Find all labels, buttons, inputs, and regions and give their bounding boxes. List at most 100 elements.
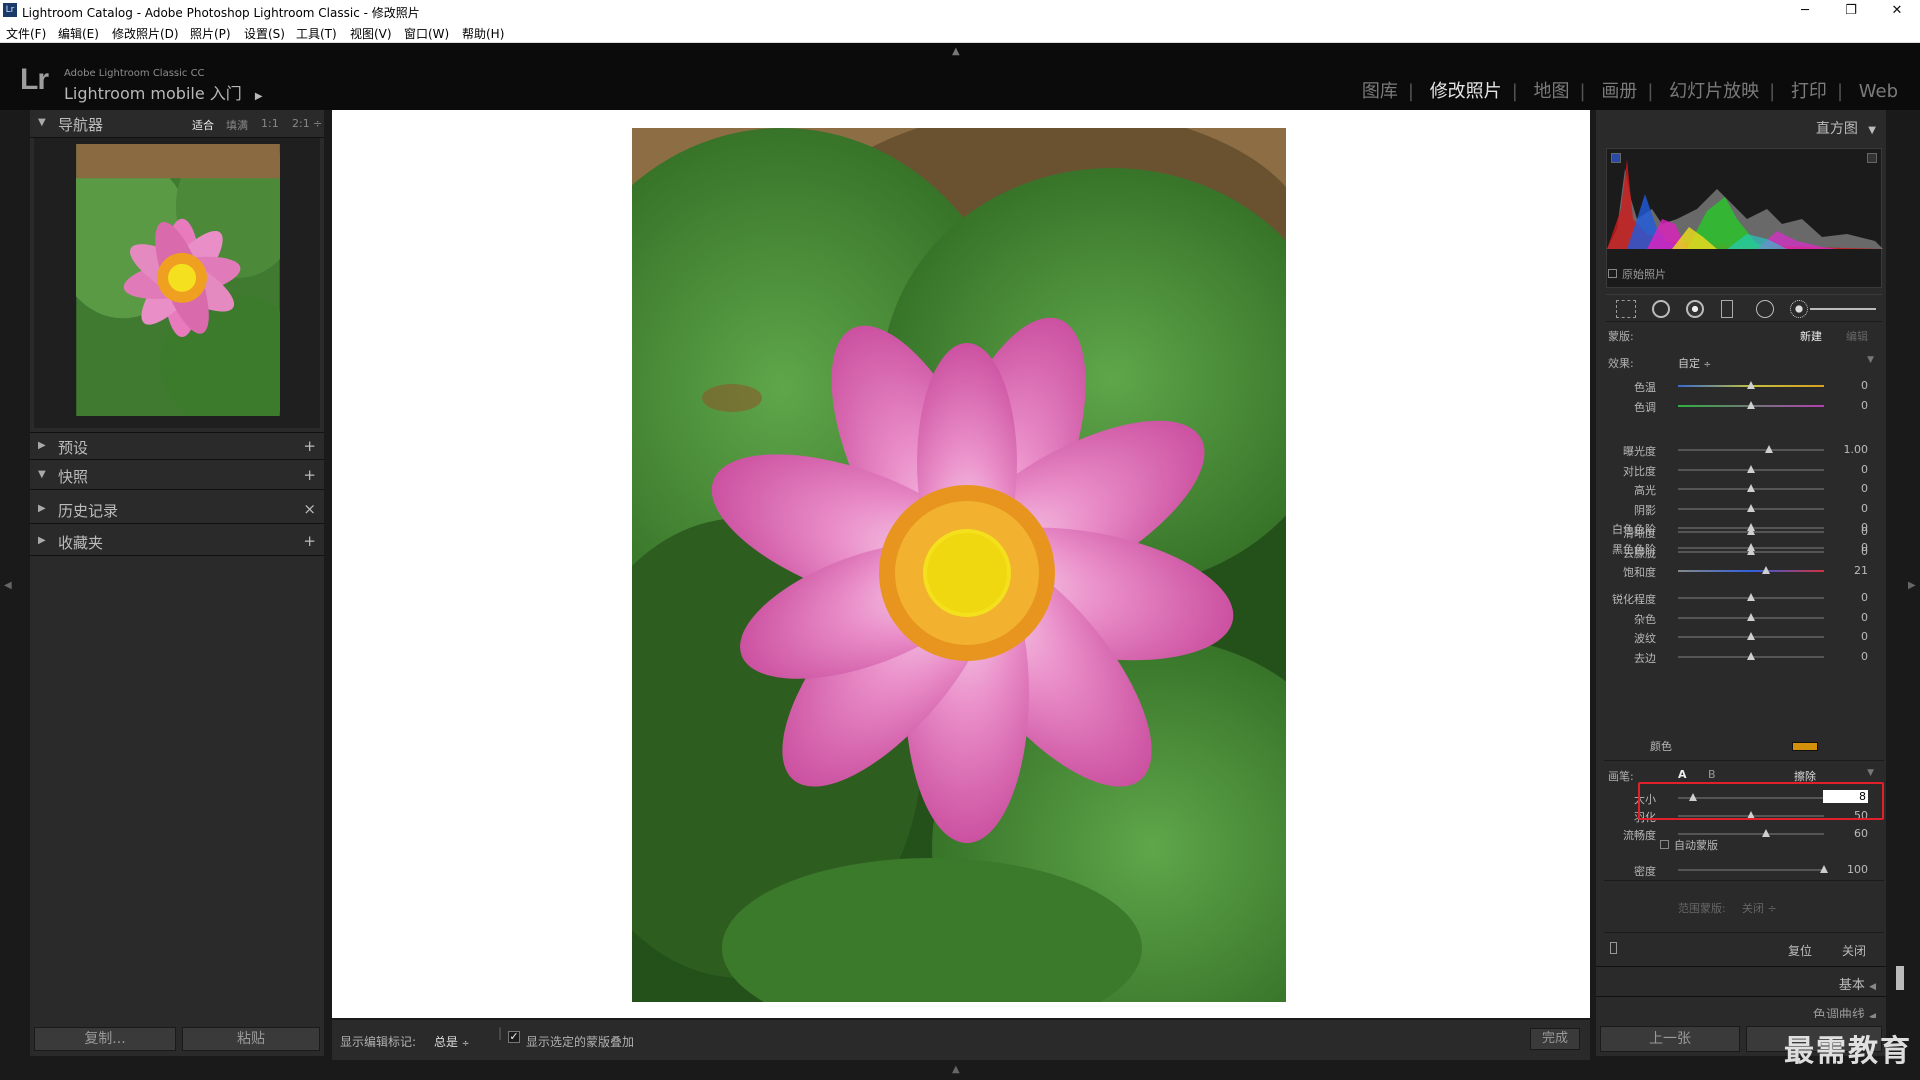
mask-edit-button[interactable]: 编辑 (1846, 328, 1868, 344)
slider-row[interactable]: 波纹 0 (1596, 629, 1886, 645)
menu-settings[interactable]: 设置(S) (244, 25, 285, 42)
spot-removal-icon[interactable] (1652, 300, 1670, 318)
module-print[interactable]: 打印 (1781, 77, 1837, 103)
scroll-thumb[interactable] (1896, 966, 1904, 990)
range-mask-select[interactable]: 关闭 ÷ (1742, 900, 1777, 916)
slider-track[interactable] (1678, 593, 1824, 601)
menu-develop[interactable]: 修改照片(D) (112, 25, 179, 42)
slider-value[interactable]: 1.00 (1844, 443, 1869, 456)
slider-knob[interactable] (1764, 445, 1773, 453)
slider-knob[interactable] (1747, 381, 1755, 389)
close-window-button[interactable]: ✕ (1874, 0, 1920, 22)
menu-window[interactable]: 窗口(W) (404, 25, 449, 42)
zoom-fill[interactable]: 填满 (226, 117, 248, 133)
add-collection-icon[interactable]: + (303, 532, 316, 550)
menu-edit[interactable]: 编辑(E) (58, 25, 99, 42)
adjustment-brush-icon[interactable] (1790, 300, 1808, 318)
zoom-2-1[interactable]: 2:1 (292, 117, 310, 130)
slider-row[interactable]: 锐化程度 0 (1596, 590, 1886, 606)
collapse-top-icon[interactable]: ▲ (952, 46, 960, 57)
add-snapshot-icon[interactable]: + (303, 466, 316, 484)
module-develop[interactable]: 修改照片 (1420, 77, 1512, 103)
menu-help[interactable]: 帮助(H) (462, 25, 504, 42)
slider-track[interactable] (1678, 381, 1824, 389)
clear-history-icon[interactable]: × (303, 500, 316, 518)
collapse-left-icon[interactable]: ◀ (4, 580, 12, 591)
slider-knob[interactable] (1747, 632, 1755, 640)
slider-row[interactable]: 清晰度 0 (1596, 524, 1886, 540)
slider-track[interactable] (1678, 400, 1824, 409)
basic-header[interactable]: 基本 ◀ (1839, 974, 1876, 993)
slider-knob[interactable] (1747, 546, 1755, 555)
done-button[interactable]: 完成 (1530, 1028, 1580, 1050)
mask-new-button[interactable]: 新建 (1800, 328, 1822, 344)
brush-b-button[interactable]: B (1708, 768, 1716, 781)
slider-value[interactable]: 0 (1861, 525, 1868, 538)
slider-row[interactable]: 密度 100 (1596, 862, 1886, 878)
slider-knob[interactable] (1747, 612, 1755, 621)
copy-button[interactable]: 复制... (34, 1027, 176, 1051)
zoom-fit[interactable]: 适合 (192, 117, 214, 133)
module-web[interactable]: Web (1849, 81, 1908, 102)
slider-knob[interactable] (1747, 484, 1755, 492)
slider-row[interactable]: 去朦胧 0 (1596, 544, 1886, 560)
slider-row[interactable]: 流畅度 60 (1596, 826, 1886, 842)
menu-tools[interactable]: 工具(T) (296, 25, 337, 42)
snapshots-header[interactable]: ▼ 快照 + (30, 462, 324, 490)
slider-value[interactable]: 0 (1861, 379, 1868, 392)
slider-track[interactable] (1678, 445, 1824, 453)
slider-row[interactable]: 曝光度 1.00 (1596, 442, 1886, 458)
module-book[interactable]: 画册 (1591, 77, 1647, 103)
module-slideshow[interactable]: 幻灯片放映 (1659, 77, 1769, 103)
original-photo-checkbox[interactable] (1608, 269, 1617, 278)
radial-filter-icon[interactable] (1756, 300, 1774, 318)
collapse-right-icon[interactable]: ▶ (1908, 580, 1916, 591)
show-edit-pins-select[interactable]: 总是 ÷ (434, 1033, 469, 1050)
slider-row[interactable]: 饱和度 21 (1596, 563, 1886, 579)
show-overlay-checkbox[interactable]: ✓ (508, 1031, 520, 1043)
brush-collapse-icon[interactable]: ▼ (1867, 768, 1874, 778)
slider-value[interactable]: 0 (1861, 591, 1868, 604)
slider-knob[interactable] (1761, 566, 1770, 574)
maximize-button[interactable]: ❐ (1828, 0, 1874, 22)
slider-value[interactable]: 0 (1861, 630, 1868, 643)
slider-row[interactable]: 阴影 0 (1596, 501, 1886, 517)
highlight-clipping-icon[interactable] (1867, 153, 1877, 163)
collections-header[interactable]: ▶ 收藏夹 + (30, 528, 324, 556)
slider-row[interactable]: 对比度 0 (1596, 462, 1886, 478)
tone-curve-header[interactable]: 色调曲线 ◀ (1813, 1004, 1876, 1018)
slider-value[interactable]: 0 (1861, 650, 1868, 663)
previous-button[interactable]: 上一张 (1600, 1026, 1740, 1052)
slider-value[interactable]: 60 (1854, 827, 1868, 840)
slider-value[interactable]: 0 (1861, 482, 1868, 495)
slider-track[interactable] (1678, 632, 1824, 640)
menu-view[interactable]: 视图(V) (350, 25, 392, 42)
navigator-thumbnail[interactable] (76, 144, 280, 416)
slider-knob[interactable] (1747, 503, 1755, 512)
shadow-clipping-icon[interactable] (1611, 153, 1621, 163)
zoom-more-icon[interactable]: ÷ (313, 117, 322, 130)
menu-photo[interactable]: 照片(P) (190, 25, 231, 42)
slider-track[interactable] (1678, 503, 1824, 512)
slider-knob[interactable] (1747, 651, 1755, 660)
slider-value[interactable]: 0 (1861, 611, 1868, 624)
zoom-1-1[interactable]: 1:1 (261, 117, 279, 130)
slider-value[interactable]: 0 (1861, 502, 1868, 515)
slider-knob[interactable] (1761, 829, 1770, 837)
slider-track[interactable] (1678, 566, 1824, 574)
slider-value[interactable]: 0 (1861, 399, 1868, 412)
slider-knob[interactable] (1820, 865, 1828, 873)
slider-track[interactable] (1678, 612, 1824, 621)
slider-value[interactable]: 100 (1847, 863, 1868, 876)
slider-value[interactable]: 0 (1861, 463, 1868, 476)
slider-knob[interactable] (1747, 593, 1755, 601)
menu-file[interactable]: 文件(F) (6, 25, 46, 42)
reset-button[interactable]: 复位 (1788, 942, 1812, 959)
auto-mask-checkbox[interactable] (1660, 840, 1669, 849)
lightroom-mobile-link[interactable]: Lightroom mobile 入门 ▶ (64, 80, 263, 104)
slider-row[interactable]: 色温 0 (1596, 378, 1886, 394)
slider-track[interactable] (1678, 484, 1824, 492)
slider-track[interactable] (1678, 651, 1824, 660)
paste-button[interactable]: 粘贴 (182, 1027, 320, 1051)
slider-value[interactable]: 0 (1861, 545, 1868, 558)
